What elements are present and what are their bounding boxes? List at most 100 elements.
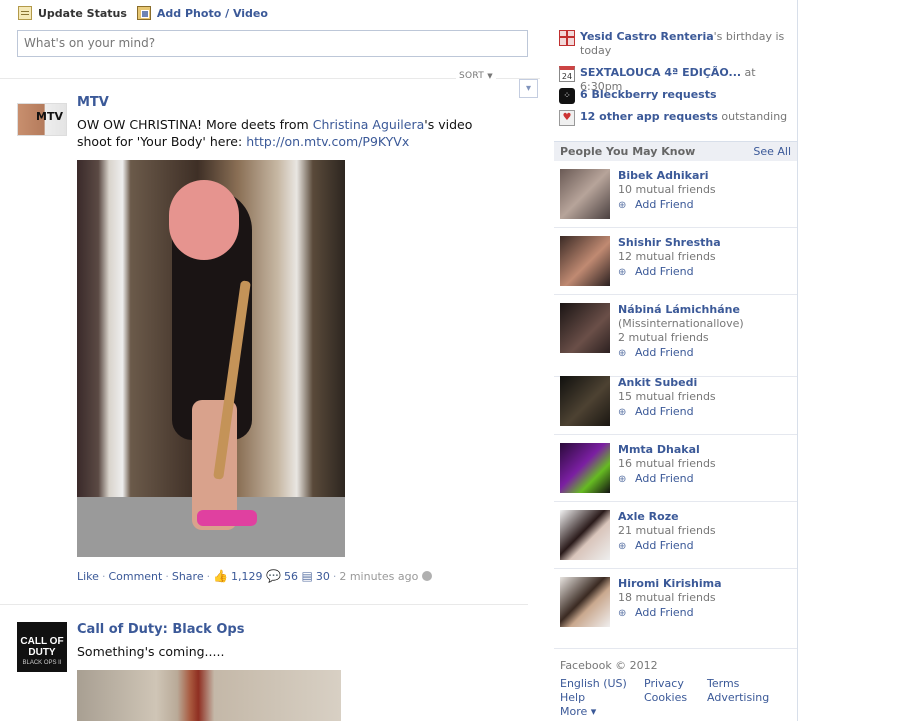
story-text-part: OW OW CHRISTINA! More deets from (77, 117, 313, 132)
person-name[interactable]: Mmta Dhakal (618, 443, 700, 456)
footer-link-cookies[interactable]: Cookies (644, 691, 687, 704)
footer-link-help[interactable]: Help (560, 691, 585, 704)
person-name[interactable]: Bibek Adhikari (618, 169, 709, 182)
reminder-link[interactable]: Yesid Castro Renteria (580, 30, 714, 43)
photo-shoes (197, 510, 257, 526)
reminder-text: 12 other app requests outstanding (580, 110, 787, 126)
add-friend-button[interactable]: ⊕ Add Friend (618, 405, 694, 418)
person-name[interactable]: Axle Roze (618, 510, 679, 523)
person-name[interactable]: Nábiná Lámichháne (618, 303, 740, 316)
person-name[interactable]: Ankit Subedi (618, 376, 697, 389)
mtv-logo-icon: MTV (36, 110, 63, 123)
footer-link-language[interactable]: English (US) (560, 677, 627, 690)
mutual-friends[interactable]: 21 mutual friends (618, 524, 716, 537)
add-friend-button[interactable]: ⊕ Add Friend (618, 472, 694, 485)
avatar[interactable] (560, 577, 610, 627)
mutual-friends[interactable]: 10 mutual friends (618, 183, 716, 196)
avatar[interactable] (560, 303, 610, 353)
person-name[interactable]: Hiromi Kirishima (618, 577, 722, 590)
add-friend-icon: ⊕ (618, 267, 627, 278)
story-message: OW OW CHRISTINA! More deets from Christi… (77, 116, 497, 150)
mutual-friends[interactable]: 2 mutual friends (618, 331, 709, 344)
sort-button[interactable]: SORT ▼ (456, 71, 496, 81)
avatar[interactable] (560, 510, 610, 560)
add-friend-icon: ⊕ (618, 608, 627, 619)
add-friend-button[interactable]: ⊕ Add Friend (618, 265, 694, 278)
add-friend-icon: ⊕ (618, 348, 627, 359)
add-friend-icon: ⊕ (618, 407, 627, 418)
story-author[interactable]: MTV (77, 95, 109, 110)
avatar[interactable] (560, 236, 610, 286)
pymk-header: People You May Know See All (554, 141, 797, 161)
footer-link-advertising[interactable]: Advertising (707, 691, 769, 704)
reminder-rest: outstanding (717, 110, 788, 123)
action-separator: · (165, 569, 169, 583)
status-input[interactable]: What's on your mind? (17, 30, 528, 57)
cod-avatar[interactable]: CALL OF DUTY BLACK OPS II (17, 622, 67, 672)
chevron-down-icon: ▾ (525, 83, 532, 94)
globe-icon (422, 571, 433, 581)
app-request-icon: ♥ (559, 110, 575, 126)
person-divider (554, 434, 797, 435)
like-button[interactable]: Like (77, 570, 99, 583)
story-url-link[interactable]: http://on.mtv.com/P9KYVx (246, 134, 409, 149)
add-friend-icon: ⊕ (618, 200, 627, 211)
add-friend-label: Add Friend (635, 472, 694, 485)
photo-hair (169, 180, 239, 260)
person-name[interactable]: Shishir Shrestha (618, 236, 721, 249)
action-separator: · (101, 569, 106, 583)
pymk-person: Mmta Dhakal 16 mutual friends ⊕ Add Frien… (554, 443, 797, 502)
tab-update-status-label: Update Status (38, 6, 127, 20)
person-divider (554, 501, 797, 502)
avatar[interactable] (560, 376, 610, 426)
tagged-page-link[interactable]: Christina Aguilera (313, 117, 425, 132)
tab-add-photo[interactable]: Add Photo / Video (136, 6, 268, 20)
tab-update-status[interactable]: Update Status (18, 6, 127, 20)
reminder-birthday[interactable]: Yesid Castro Renteria's birthday is toda… (559, 30, 789, 58)
comments-count[interactable]: 56 (284, 570, 298, 583)
add-friend-button[interactable]: ⊕ Add Friend (618, 346, 694, 359)
reminder-link[interactable]: 6 Bleckberry requests (580, 88, 717, 104)
comment-button[interactable]: Comment (108, 570, 162, 583)
story-photo[interactable] (77, 160, 345, 557)
pymk-person: Shishir Shrestha 12 mutual friends ⊕ Add … (554, 236, 797, 295)
add-friend-button[interactable]: ⊕ Add Friend (618, 539, 694, 552)
story-author[interactable]: Call of Duty: Black Ops (77, 622, 244, 637)
footer-link-terms[interactable]: Terms (707, 677, 739, 690)
mtv-avatar[interactable]: MTV (17, 103, 67, 136)
see-all-link[interactable]: See All (753, 145, 791, 158)
mutual-friends[interactable]: 16 mutual friends (618, 457, 716, 470)
reminder-app-requests[interactable]: ♥ 12 other app requests outstanding (559, 110, 787, 126)
reminder-link[interactable]: SEXTALOUCA 4ª EDIÇÃO... (580, 66, 741, 79)
action-separator: · (332, 569, 337, 583)
share-button[interactable]: Share (172, 570, 204, 583)
add-friend-button[interactable]: ⊕ Add Friend (618, 198, 694, 211)
reminder-blackberry[interactable]: ⁘ 6 Bleckberry requests (559, 88, 717, 104)
mutual-friends[interactable]: 15 mutual friends (618, 390, 716, 403)
tab-add-photo-label: Add Photo / Video (156, 6, 268, 20)
add-friend-icon: ⊕ (618, 474, 627, 485)
likes-count[interactable]: 1,129 (231, 570, 263, 583)
action-separator: · (206, 569, 211, 583)
footer-link-privacy[interactable]: Privacy (644, 677, 684, 690)
person-divider (554, 568, 797, 569)
pymk-person: Bibek Adhikari 10 mutual friends ⊕ Add Fr… (554, 169, 797, 228)
story-divider (0, 604, 528, 605)
story-timestamp[interactable]: 2 minutes ago (339, 570, 418, 583)
story-options-button[interactable]: ▾ (519, 79, 538, 98)
story-photo[interactable] (77, 670, 341, 721)
story-actions: Like · Comment · Share · 👍 1,129 💬 56 ▤ 30 · 2 … (77, 569, 433, 583)
mutual-friends[interactable]: 12 mutual friends (618, 250, 716, 263)
avatar[interactable] (560, 169, 610, 219)
mutual-friends[interactable]: 18 mutual friends (618, 591, 716, 604)
thumbs-up-icon: 👍 (213, 569, 229, 583)
footer-copyright: Facebook © 2012 (560, 659, 658, 672)
add-friend-button[interactable]: ⊕ Add Friend (618, 606, 694, 619)
reminder-link[interactable]: 12 other app requests (580, 110, 718, 123)
shares-count[interactable]: 30 (316, 570, 330, 583)
pymk-person: Axle Roze 21 mutual friends ⊕ Add Friend (554, 510, 797, 569)
avatar[interactable] (560, 443, 610, 493)
footer-link-more[interactable]: More ▾ (560, 705, 596, 718)
story-message: Something's coming..... (77, 644, 225, 659)
status-icon (18, 6, 32, 20)
